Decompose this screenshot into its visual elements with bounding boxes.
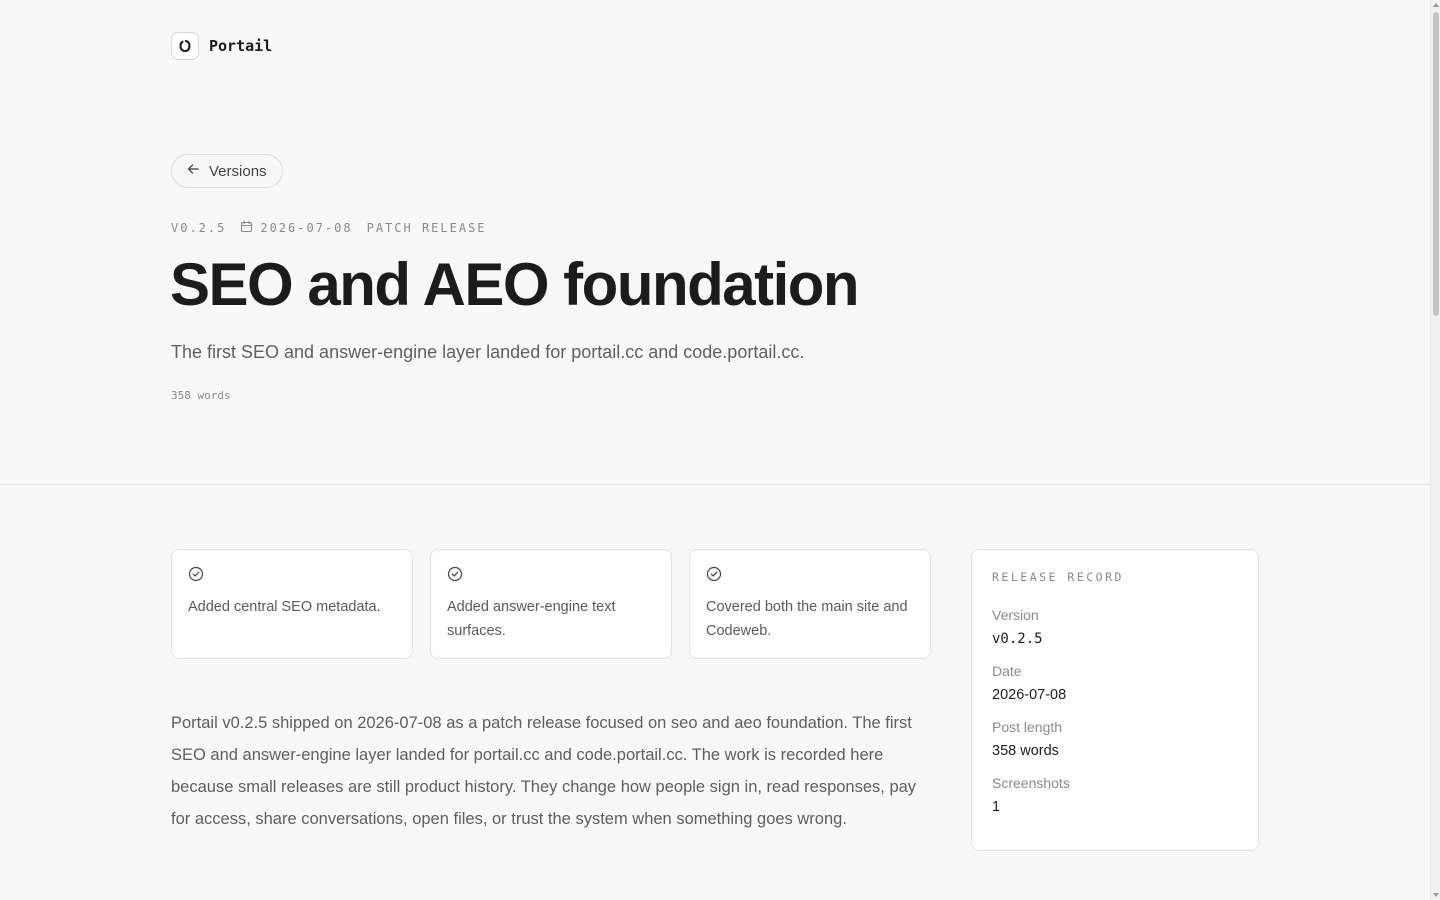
highlight-card: Added central SEO metadata. <box>171 549 413 659</box>
scroll-down-arrow-icon[interactable] <box>1433 893 1439 897</box>
main-content: Portail Versions V0.2.5 2026-07-08 PATCH… <box>0 0 1430 900</box>
record-row-version: Version v0.2.5 <box>992 606 1238 648</box>
page-subtitle: The first SEO and answer-engine layer la… <box>171 342 805 362</box>
brand-link[interactable]: Portail <box>171 32 272 60</box>
record-label: Post length <box>992 719 1063 735</box>
highlight-text: Added answer-engine text surfaces. <box>447 599 616 639</box>
highlight-card: Added answer-engine text surfaces. <box>430 549 672 659</box>
page-scrollbar[interactable] <box>1430 0 1440 900</box>
portail-logo-icon <box>171 32 199 60</box>
release-record-heading: RELEASE RECORD <box>992 570 1124 584</box>
back-label: Versions <box>209 162 267 180</box>
brand-name: Portail <box>209 37 273 55</box>
page-title: SEO and AEO foundation <box>170 251 860 318</box>
release-meta: V0.2.5 2026-07-08 PATCH RELEASE <box>171 220 487 236</box>
calendar-icon <box>240 220 253 236</box>
section-divider <box>0 484 1430 485</box>
record-value: v0.2.5 <box>992 631 1043 647</box>
release-body: Portail v0.2.5 shipped on 2026-07-08 as … <box>171 714 917 828</box>
highlight-cards: Added central SEO metadata. Added answer… <box>171 549 931 659</box>
record-value: 358 words <box>992 743 1059 759</box>
record-label: Date <box>992 663 1022 679</box>
check-circle-icon <box>447 566 463 582</box>
release-record-panel: RELEASE RECORD Version v0.2.5 Date 2026-… <box>971 549 1259 851</box>
release-date: 2026-07-08 <box>260 221 353 235</box>
record-row-screenshots: Screenshots 1 <box>992 774 1238 816</box>
record-row-post-length: Post length 358 words <box>992 718 1238 760</box>
release-type: PATCH RELEASE <box>366 221 487 235</box>
record-value: 1 <box>992 799 1001 815</box>
record-label: Version <box>992 607 1039 623</box>
highlight-text: Added central SEO metadata. <box>188 599 381 615</box>
record-value: 2026-07-08 <box>992 687 1067 703</box>
word-count: 358 words <box>171 389 231 402</box>
scrollbar-thumb[interactable] <box>1433 12 1439 316</box>
release-date-group: 2026-07-08 <box>240 220 352 236</box>
back-to-versions-button[interactable]: Versions <box>171 154 283 188</box>
arrow-left-icon <box>186 162 200 180</box>
record-row-date: Date 2026-07-08 <box>992 662 1238 704</box>
record-label: Screenshots <box>992 775 1070 791</box>
page: Portail Versions V0.2.5 2026-07-08 PATCH… <box>0 0 1440 900</box>
check-circle-icon <box>188 566 204 582</box>
highlight-card: Covered both the main site and Codeweb. <box>689 549 931 659</box>
scroll-up-arrow-icon[interactable] <box>1433 3 1439 7</box>
check-circle-icon <box>706 566 722 582</box>
highlight-text: Covered both the main site and Codeweb. <box>706 599 908 639</box>
version-tag: V0.2.5 <box>171 221 227 235</box>
